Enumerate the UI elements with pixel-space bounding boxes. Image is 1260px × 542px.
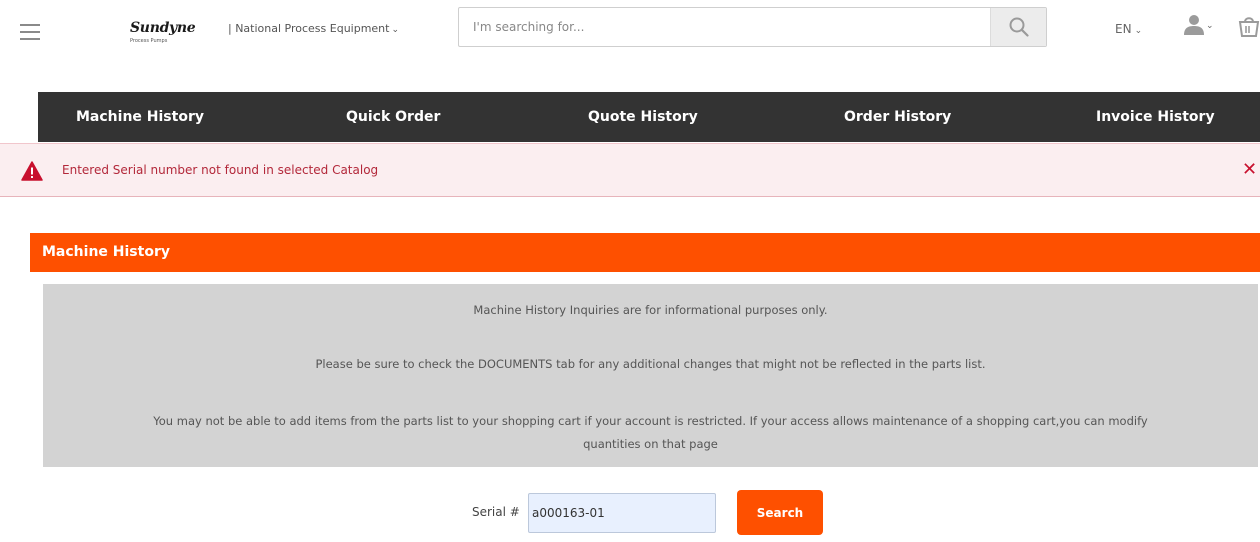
brand-name: Sundyne [130, 20, 196, 36]
sundyne-logo[interactable]: Sundyne Process Pumps [125, 20, 215, 46]
serial-search-button[interactable]: Search [737, 490, 823, 535]
shopping-cart-button[interactable] [1236, 14, 1260, 40]
nav-quick-order[interactable]: Quick Order [346, 92, 440, 142]
main-nav: Machine History Quick Order Quote Histor… [38, 92, 1260, 142]
chevron-down-icon: ⌄ [391, 25, 400, 35]
global-search [458, 7, 1047, 47]
language-selector[interactable]: EN ⌄ [1115, 22, 1142, 36]
nav-machine-history[interactable]: Machine History [76, 92, 204, 142]
section-header: Machine History [30, 233, 1260, 272]
close-icon[interactable]: ✕ [1242, 159, 1257, 180]
nav-quote-history[interactable]: Quote History [588, 92, 698, 142]
catalog-selector[interactable]: | National Process Equipment ⌄ [228, 22, 399, 35]
serial-label: Serial # [472, 505, 520, 519]
info-line: You may not be able to add items from th… [153, 414, 1148, 428]
magnifier-icon [1009, 17, 1029, 37]
info-line: quantities on that page [583, 437, 718, 451]
serial-input[interactable] [528, 493, 716, 533]
top-header: Sundyne Process Pumps | National Process… [0, 0, 1260, 70]
info-panel: Machine History Inquiries are for inform… [43, 284, 1258, 467]
hamburger-menu-icon[interactable] [20, 24, 40, 40]
nav-order-history[interactable]: Order History [844, 92, 951, 142]
chevron-down-icon: ⌄ [1134, 26, 1143, 36]
info-line: Please be sure to check the DOCUMENTS ta… [315, 357, 986, 371]
section-title: Machine History [42, 244, 170, 260]
language-label: EN [1115, 22, 1132, 36]
info-line: Machine History Inquiries are for inform… [473, 303, 828, 317]
search-button[interactable] [990, 8, 1046, 46]
nav-invoice-history[interactable]: Invoice History [1096, 92, 1215, 142]
search-input[interactable] [459, 8, 989, 46]
user-icon [1184, 15, 1204, 35]
warning-triangle-icon [21, 161, 43, 181]
user-menu[interactable]: ⌄ [1183, 14, 1217, 40]
chevron-down-icon: ⌄ [1206, 21, 1214, 31]
error-alert: Entered Serial number not found in selec… [0, 143, 1260, 197]
shopping-cart-icon [1238, 17, 1260, 37]
catalog-label: | National Process Equipment [228, 22, 390, 35]
alert-message: Entered Serial number not found in selec… [62, 163, 379, 177]
brand-tagline: Process Pumps [130, 38, 168, 44]
